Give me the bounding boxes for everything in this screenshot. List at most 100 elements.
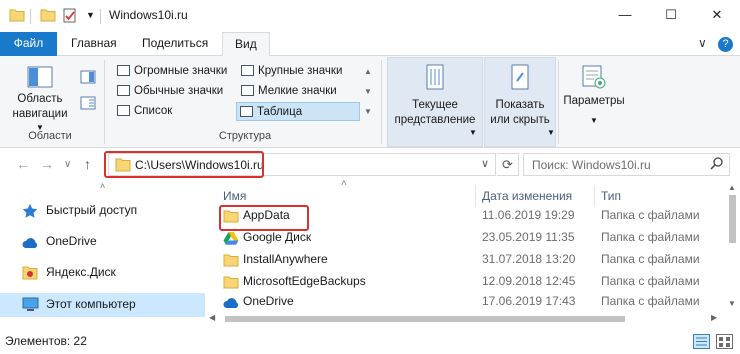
forward-button[interactable]: →	[40, 156, 54, 172]
status-bar: Элементов: 22	[0, 330, 740, 354]
title-divider	[30, 9, 31, 24]
scrollbar-thumb[interactable]	[225, 316, 625, 322]
yandex-disk-icon	[22, 265, 38, 280]
layout-item-label: Таблица	[257, 106, 303, 118]
search-placeholder: Поиск: Windows10i.ru	[532, 158, 651, 172]
star-icon	[22, 203, 38, 218]
nav-item-label: Быстрый доступ	[46, 203, 138, 217]
search-box[interactable]: Поиск: Windows10i.ru	[523, 153, 730, 176]
layout-item-label: Огромные значки	[134, 65, 228, 77]
list-icon	[117, 105, 130, 116]
ribbon-divider	[104, 60, 105, 144]
small-icons-icon	[241, 85, 254, 96]
nav-item-this-pc[interactable]: Этот компьютер	[0, 293, 205, 317]
table-row[interactable]: OneDrive 17.06.2019 17:43 Папка с файлам…	[217, 291, 717, 313]
folder-icon	[9, 8, 25, 25]
nav-item-quick-access[interactable]: Быстрый доступ	[0, 199, 205, 223]
layout-small-icons[interactable]: Мелкие значки	[238, 82, 337, 101]
collapse-ribbon-icon[interactable]: ∨	[698, 36, 707, 50]
show-hide-label: Показать или скрыть	[490, 99, 550, 126]
minimize-button[interactable]: —	[602, 0, 648, 32]
nav-item-onedrive[interactable]: OneDrive	[0, 230, 205, 254]
ribbon: Область навигации ▼ Области Огромные зна…	[0, 56, 740, 148]
file-type: Папка с файлами	[601, 274, 700, 288]
medium-icons-icon	[117, 85, 130, 96]
layout-medium-icons[interactable]: Обычные значки	[114, 82, 223, 101]
vertical-scrollbar[interactable]: ▲ ▼	[725, 181, 740, 326]
options-label: Параметры	[563, 95, 625, 107]
title-divider	[100, 9, 101, 24]
refresh-button[interactable]: ⟳	[497, 153, 519, 176]
nav-item-yandex-disk[interactable]: Яндекс.Диск	[0, 261, 205, 285]
tab-view[interactable]: Вид	[222, 32, 270, 57]
appdata-highlight	[219, 205, 309, 231]
tab-file[interactable]: Файл	[0, 32, 57, 56]
layout-list[interactable]: Список	[114, 102, 172, 121]
chevron-down-icon: ▼	[547, 128, 555, 137]
layout-large-icons[interactable]: Крупные значки	[238, 62, 342, 81]
options-button[interactable]: Параметры ▼	[560, 62, 628, 126]
ribbon-divider	[558, 60, 559, 144]
column-divider	[594, 185, 595, 207]
help-icon[interactable]: ?	[718, 37, 733, 52]
file-name: InstallAnywhere	[243, 252, 328, 266]
layout-details[interactable]: Таблица	[236, 102, 360, 121]
customize-quick-access-icon[interactable]: ▼	[86, 10, 95, 20]
preview-pane-icon[interactable]	[80, 70, 96, 87]
tab-share[interactable]: Поделиться	[130, 32, 220, 56]
extra-large-icons-icon	[117, 65, 130, 76]
title-bar: ▼ Windows10i.ru — ☐ ✕	[0, 0, 740, 32]
chevron-down-icon: ▼	[590, 116, 598, 125]
cloud-icon	[22, 234, 38, 249]
sort-indicator-icon: ˄	[341, 178, 347, 189]
chevron-down-icon: ▼	[469, 128, 477, 137]
large-icons-view-button[interactable]	[716, 334, 733, 349]
file-type: Папка с файлами	[601, 294, 700, 308]
new-folder-quick-icon[interactable]	[40, 8, 56, 25]
navigation-pane: ˄ Быстрый доступ OneDrive Яндекс.Диск Эт…	[0, 181, 205, 326]
computer-icon	[22, 297, 39, 312]
show-hide-button[interactable]: Показать или скрыть	[484, 57, 556, 147]
layout-scroll-up-icon[interactable]: ▲	[364, 62, 372, 82]
maximize-button[interactable]: ☐	[648, 0, 694, 32]
file-type: Папка с файлами	[601, 252, 700, 266]
column-divider	[475, 185, 476, 207]
cloud-icon	[223, 295, 239, 308]
table-row[interactable]: MicrosoftEdgeBackups 12.09.2018 12:45 Па…	[217, 271, 717, 293]
details-pane-icon[interactable]	[80, 96, 96, 113]
scroll-right-icon[interactable]: ▶	[711, 313, 717, 322]
file-name: MicrosoftEdgeBackups	[243, 274, 366, 288]
file-date: 23.05.2019 11:35	[482, 230, 575, 244]
layout-scroll-down-icon[interactable]: ▼	[364, 82, 372, 102]
current-view-label: Текущее представление	[394, 99, 476, 126]
ribbon-tabs: Файл Главная Поделиться Вид ∨ ?	[0, 32, 740, 57]
up-button[interactable]: ↑	[84, 156, 91, 172]
back-button[interactable]: ←	[16, 156, 30, 172]
nav-scroll-up-icon[interactable]: ˄	[100, 181, 105, 191]
scroll-down-icon[interactable]: ▼	[728, 299, 736, 308]
file-date: 11.06.2019 19:29	[482, 208, 575, 222]
details-view-button[interactable]	[693, 334, 710, 349]
address-row: ← → ∨ ↑ C:\Users\Windows10i.ru ∨ ⟳ Поиск…	[0, 148, 740, 181]
group-label-panes: Области	[28, 130, 72, 142]
table-row[interactable]: InstallAnywhere 31.07.2018 13:20 Папка с…	[217, 249, 717, 271]
group-label-layout: Структура	[218, 130, 272, 142]
layout-item-label: Крупные значки	[258, 65, 343, 77]
navigation-pane-button[interactable]: Область навигации ▼	[7, 62, 73, 132]
layout-more-icon[interactable]: ▼	[364, 102, 372, 122]
file-type: Папка с файлами	[601, 230, 700, 244]
layout-extra-large-icons[interactable]: Огромные значки	[114, 62, 227, 81]
tab-home[interactable]: Главная	[59, 32, 129, 56]
scroll-up-icon[interactable]: ▲	[728, 183, 736, 192]
large-icons-icon	[241, 65, 254, 76]
horizontal-scrollbar[interactable]: ◀ ▶	[205, 312, 725, 326]
window-title: Windows10i.ru	[109, 8, 188, 22]
ribbon-divider	[381, 60, 382, 144]
chevron-down-icon[interactable]: ∨	[481, 157, 489, 170]
properties-quick-icon[interactable]	[63, 8, 77, 26]
close-button[interactable]: ✕	[694, 0, 740, 32]
file-type: Папка с файлами	[601, 208, 700, 222]
recent-locations-button[interactable]: ∨	[64, 159, 71, 170]
scrollbar-thumb[interactable]	[729, 195, 736, 243]
scroll-left-icon[interactable]: ◀	[209, 313, 215, 322]
